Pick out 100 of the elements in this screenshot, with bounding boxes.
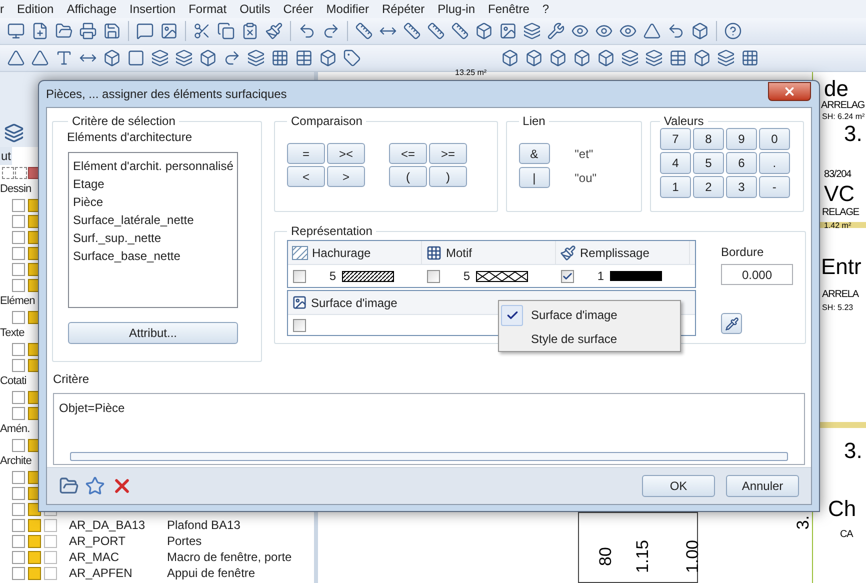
ruler-icon[interactable] [403,22,421,40]
keypad-button[interactable]: 4 [660,152,691,174]
logic-button[interactable]: | [518,167,550,188]
keypad-button[interactable]: - [758,176,790,198]
grid-icon[interactable] [741,49,759,67]
menu-item[interactable]: r [0,0,4,18]
menu-item[interactable]: Edition [17,0,54,18]
checkbox[interactable] [293,270,306,282]
arrow-icon[interactable] [223,49,241,67]
new-file-icon[interactable] [31,22,49,40]
checkbox[interactable] [12,262,25,276]
operator-button[interactable]: ( [389,166,427,187]
layers-icon[interactable] [4,123,24,143]
arrow-icon[interactable] [667,22,685,40]
operator-button[interactable]: <= [389,143,427,164]
list-item[interactable]: Elément d'archit. personnalisé [73,157,237,175]
text-icon[interactable] [55,49,73,67]
tag-icon[interactable] [343,49,361,67]
list-item[interactable]: Surf._sup._nette [73,229,237,247]
eye-icon[interactable] [571,22,589,40]
list-item[interactable]: Surface_base_nette [73,247,237,265]
keypad-button[interactable]: 5 [692,152,724,174]
table-icon[interactable] [669,49,687,67]
close-button[interactable] [768,82,811,101]
operator-button[interactable]: >= [429,143,467,164]
brush-icon[interactable] [265,22,283,40]
stack-icon[interactable] [645,49,663,67]
column-header[interactable]: ut [0,147,12,165]
checkbox[interactable] [561,270,574,282]
list-item[interactable]: Surface_latérale_nette [73,211,237,229]
eyedropper-button[interactable] [721,313,742,334]
checkbox[interactable] [12,518,25,532]
menu-item[interactable]: Plug-in [438,0,476,18]
clipboard-icon[interactable] [241,22,259,40]
box-icon[interactable] [525,49,543,67]
logic-button[interactable]: & [518,143,550,164]
star-icon[interactable] [85,476,105,496]
box-icon[interactable] [319,49,337,67]
keypad-button[interactable]: 0 [758,128,790,150]
checkbox[interactable] [12,566,25,580]
checkbox[interactable] [12,470,25,484]
undo-icon[interactable] [298,22,316,40]
keypad-button[interactable]: 6 [726,152,757,174]
printer-icon[interactable] [79,22,97,40]
operator-button[interactable]: >< [327,143,365,164]
dialog-button[interactable]: Annuler [726,475,799,497]
checkbox[interactable] [12,550,25,564]
checkbox[interactable] [12,358,25,372]
checkbox[interactable] [12,214,25,228]
open-folder-icon[interactable] [55,22,73,40]
keypad-button[interactable]: 9 [726,128,757,150]
list-item[interactable]: Etage [73,175,237,193]
checkbox[interactable] [12,342,25,356]
box-icon[interactable] [691,22,709,40]
menu-item[interactable]: Fenêtre [488,0,530,18]
box-icon[interactable] [597,49,615,67]
redo-icon[interactable] [322,22,340,40]
keypad-button[interactable]: 3 [726,176,757,198]
checkbox[interactable] [12,246,25,260]
checkbox[interactable] [427,270,440,282]
ruler-icon[interactable] [355,22,373,40]
checkbox[interactable] [12,310,25,324]
copy-icon[interactable] [217,22,235,40]
box-icon[interactable] [501,49,519,67]
ruler-icon[interactable] [427,22,445,40]
operator-button[interactable]: < [287,166,325,187]
stack-icon[interactable] [717,49,735,67]
stack-icon[interactable] [247,49,265,67]
monitor-icon[interactable] [7,22,25,40]
wrench-icon[interactable] [547,22,565,40]
checkbox[interactable] [293,318,306,332]
menu-item[interactable]: Créer [283,0,314,18]
keypad-button[interactable]: 7 [660,128,691,150]
list-item[interactable]: Pièce [73,193,237,211]
menu-item[interactable]: Insertion [130,0,176,18]
operator-button[interactable]: ) [429,166,467,187]
criteria-text-area[interactable]: Objet=Pièce [53,393,805,465]
operator-button[interactable]: = [287,143,325,164]
eye-icon[interactable] [595,22,613,40]
menu-item[interactable]: Outils [240,0,270,18]
triangle-icon[interactable] [31,49,49,67]
speech-bubble-icon[interactable] [136,22,154,40]
save-icon[interactable] [103,22,121,40]
box-icon[interactable] [549,49,567,67]
ruler-icon[interactable] [451,22,469,40]
menu-item[interactable]: Surface d'image [501,303,680,327]
checkbox[interactable] [12,390,25,404]
menu-item[interactable]: Style de surface [501,327,680,351]
layers-icon[interactable] [151,49,169,67]
box-icon[interactable] [573,49,591,67]
keypad-button[interactable]: 2 [692,176,724,198]
checkbox[interactable] [12,278,25,292]
triangle-icon[interactable] [643,22,661,40]
box-icon[interactable] [199,49,217,67]
menu-item[interactable]: Affichage [66,0,117,18]
checkbox[interactable] [12,198,25,212]
attribute-button[interactable]: Attribut... [68,322,238,344]
checkbox[interactable] [12,486,25,500]
operator-button[interactable]: > [327,166,365,187]
keypad-button[interactable]: . [758,152,790,174]
